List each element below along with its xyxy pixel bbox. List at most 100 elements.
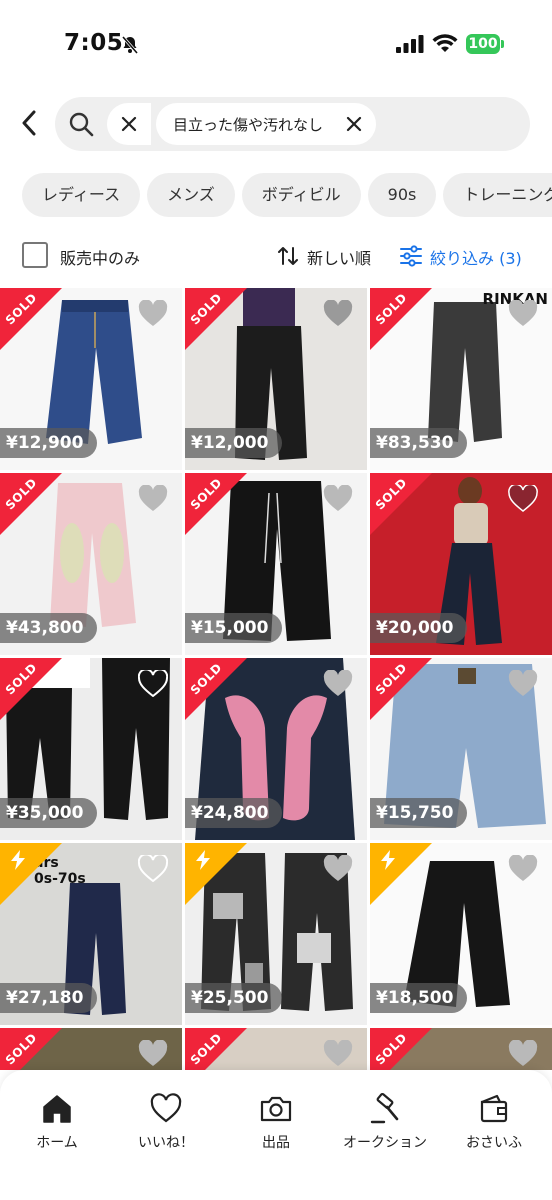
heart-icon[interactable] <box>508 300 538 327</box>
category-chip[interactable]: トレーニング <box>443 173 552 217</box>
price-tag: ¥27,180 <box>0 983 98 1013</box>
category-chip[interactable]: ボディビル <box>241 173 361 217</box>
price-tag: ¥43,800 <box>0 613 98 643</box>
on-sale-only-checkbox[interactable] <box>22 242 48 268</box>
product-tile[interactable]: SOLD ¥15,750 <box>370 658 552 840</box>
signal-icon <box>396 35 424 53</box>
heart-icon[interactable] <box>323 855 353 882</box>
product-tile[interactable]: RINKAN SOLD ¥83,530 <box>370 288 552 470</box>
product-tile[interactable]: SOLD ¥43,800 <box>0 473 182 655</box>
product-tile[interactable]: SOLD ¥12,000 <box>185 288 367 470</box>
wifi-icon <box>432 34 458 52</box>
sold-badge: SOLD <box>185 1028 247 1070</box>
heart-icon[interactable] <box>138 1040 168 1067</box>
search-query-text: 目立った傷や汚れなし <box>173 115 324 134</box>
nav-home[interactable]: ホーム <box>7 1092 107 1152</box>
nav-likes-label: いいね！ <box>138 1135 194 1151</box>
nav-wallet-label: おさいふ <box>466 1135 522 1151</box>
search-query-chip[interactable]: 目立った傷や汚れなし <box>156 103 376 145</box>
heart-icon <box>150 1093 182 1123</box>
price-tag: ¥12,000 <box>185 428 283 458</box>
category-chip[interactable]: 90s <box>367 173 437 217</box>
sold-badge: SOLD <box>185 473 247 535</box>
sold-badge: SOLD <box>0 1028 62 1070</box>
product-tile[interactable]: ¥18,500 <box>370 843 552 1025</box>
home-icon <box>43 1095 71 1123</box>
nav-wallet[interactable]: おさいふ <box>444 1092 544 1152</box>
on-sale-only-label[interactable]: 販売中のみ <box>60 245 140 269</box>
lightning-icon <box>11 850 25 870</box>
heart-icon[interactable] <box>138 855 168 882</box>
sort-button[interactable]: 新しい順 <box>307 245 371 269</box>
nav-home-label: ホーム <box>36 1135 78 1151</box>
search-icon <box>69 112 94 137</box>
sold-badge: SOLD <box>370 473 432 535</box>
bell-off-icon <box>121 36 139 54</box>
product-tile[interactable]: SOLD ¥20,000 <box>370 473 552 655</box>
wallet-icon <box>480 1094 508 1123</box>
price-tag: ¥25,500 <box>185 983 283 1013</box>
price-tag: ¥24,800 <box>185 798 283 828</box>
heart-icon[interactable] <box>138 670 168 697</box>
sold-badge: SOLD <box>0 288 62 350</box>
chevron-left-icon <box>22 110 36 136</box>
product-tile[interactable]: SOLD ¥15,000 <box>185 473 367 655</box>
clear-search-button[interactable] <box>107 103 151 145</box>
battery-tip <box>501 40 504 48</box>
product-tile[interactable]: ars 0s-70s ¥27,180 <box>0 843 182 1025</box>
product-tile[interactable]: SOLD ¥35,000 <box>0 658 182 840</box>
heart-icon[interactable] <box>138 485 168 512</box>
status-time: 7:05 <box>64 30 124 56</box>
flash-badge <box>370 843 432 905</box>
heart-icon[interactable] <box>508 670 538 697</box>
nav-sell[interactable]: 出品 <box>226 1092 326 1152</box>
gavel-icon <box>370 1092 399 1124</box>
back-button[interactable] <box>14 108 44 138</box>
nav-auction-label: オークション <box>343 1135 427 1151</box>
product-grid: SOLD ¥12,900 SOLD ¥12,000 RINKAN SOLD ¥8… <box>0 288 552 1070</box>
search-bar[interactable]: 目立った傷や汚れなし <box>55 97 530 151</box>
product-tile[interactable]: SOLD ¥24,800 <box>185 658 367 840</box>
sold-badge: SOLD <box>0 473 62 535</box>
category-chip[interactable]: レディース <box>22 173 141 217</box>
bottom-nav: ホーム いいね！ 出品 オークション おさいふ <box>0 1070 552 1200</box>
heart-icon[interactable] <box>138 300 168 327</box>
product-tile[interactable]: SOLD <box>185 1028 367 1070</box>
product-tile[interactable]: SOLD <box>0 1028 182 1070</box>
price-tag: ¥15,000 <box>185 613 283 643</box>
category-chip-row: レディース メンズ ボディビル 90s トレーニング <box>22 173 552 217</box>
product-tile[interactable]: SOLD <box>370 1028 552 1070</box>
filter-row: 販売中のみ 新しい順 絞り込み (3) <box>0 236 552 276</box>
product-tile[interactable]: SOLD ¥12,900 <box>0 288 182 470</box>
heart-icon[interactable] <box>508 1040 538 1067</box>
sold-badge: SOLD <box>370 1028 432 1070</box>
filter-button[interactable]: 絞り込み (3) <box>430 245 522 269</box>
flash-badge <box>0 843 62 905</box>
price-tag: ¥12,900 <box>0 428 98 458</box>
sort-icon[interactable] <box>276 244 300 268</box>
sold-badge: SOLD <box>185 288 247 350</box>
sold-badge: SOLD <box>370 658 432 720</box>
price-tag: ¥83,530 <box>370 428 468 458</box>
heart-icon[interactable] <box>508 855 538 882</box>
product-tile[interactable]: ¥25,500 <box>185 843 367 1025</box>
price-tag: ¥18,500 <box>370 983 468 1013</box>
nav-likes[interactable]: いいね！ <box>116 1092 216 1152</box>
nav-auction[interactable]: オークション <box>335 1092 435 1152</box>
heart-icon[interactable] <box>323 485 353 512</box>
price-tag: ¥20,000 <box>370 613 468 643</box>
heart-icon[interactable] <box>323 300 353 327</box>
price-tag: ¥15,750 <box>370 798 468 828</box>
sold-badge: SOLD <box>185 658 247 720</box>
nav-sell-label: 出品 <box>262 1135 290 1151</box>
filter-sliders-icon[interactable] <box>399 244 423 268</box>
heart-icon[interactable] <box>323 670 353 697</box>
camera-icon <box>260 1096 292 1122</box>
sold-badge: SOLD <box>0 658 62 720</box>
category-chip[interactable]: メンズ <box>147 173 235 217</box>
heart-icon[interactable] <box>508 485 538 512</box>
heart-icon[interactable] <box>323 1040 353 1067</box>
remove-query-icon[interactable] <box>344 114 364 134</box>
price-tag: ¥35,000 <box>0 798 98 828</box>
battery-indicator: 100 <box>466 34 500 54</box>
